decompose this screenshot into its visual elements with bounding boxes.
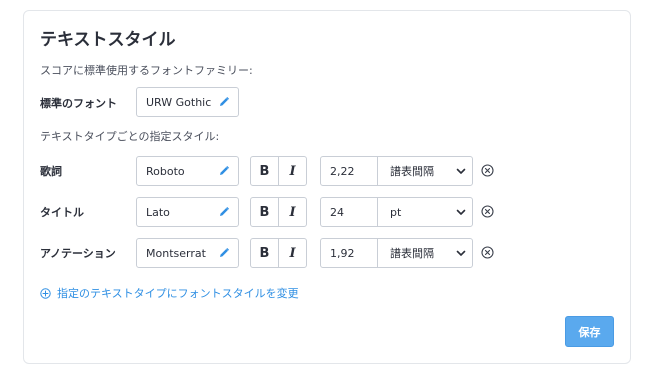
- title-unit-value: pt: [390, 205, 402, 219]
- chevron-down-icon: [456, 209, 466, 215]
- lyrics-spacing-input[interactable]: 2,22: [321, 157, 378, 185]
- chevron-down-icon: [456, 168, 466, 174]
- title-style-toggles: B I: [250, 197, 307, 227]
- italic-toggle[interactable]: I: [279, 198, 306, 226]
- lyrics-unit-select[interactable]: 譜表間隔: [378, 157, 472, 185]
- default-font-value: URW Gothic: [146, 95, 212, 109]
- circle-plus-icon: [40, 287, 51, 299]
- remove-lyrics-style-icon[interactable]: [481, 164, 494, 177]
- row-label-lyrics: 歌詞: [40, 165, 62, 178]
- italic-toggle[interactable]: I: [279, 157, 306, 185]
- row-label-annotation: アノテーション: [40, 247, 116, 260]
- title-font-value: Lato: [146, 205, 170, 219]
- annotation-spacing-input[interactable]: 1,92: [321, 239, 378, 267]
- annotation-unit-select[interactable]: 譜表間隔: [378, 239, 472, 267]
- title-size-control: 24 pt: [320, 197, 473, 227]
- default-font-label: 標準のフォント: [40, 97, 117, 110]
- bold-toggle[interactable]: B: [251, 157, 279, 185]
- pencil-icon[interactable]: [218, 247, 230, 259]
- pencil-icon[interactable]: [218, 206, 230, 218]
- default-font-input[interactable]: URW Gothic: [136, 87, 239, 117]
- title-size-input[interactable]: 24: [321, 198, 378, 226]
- page-title: テキストスタイル: [40, 30, 176, 50]
- annotation-font-input[interactable]: Montserrat: [136, 238, 239, 268]
- bold-toggle[interactable]: B: [251, 239, 279, 267]
- annotation-style-toggles: B I: [250, 238, 307, 268]
- annotation-font-value: Montserrat: [146, 246, 206, 260]
- lyrics-font-input[interactable]: Roboto: [136, 156, 239, 186]
- annotation-unit-value: 譜表間隔: [390, 247, 434, 260]
- lyrics-unit-value: 譜表間隔: [390, 165, 434, 178]
- score-fonts-label: スコアに標準使用するフォントファミリー:: [40, 64, 253, 77]
- remove-title-style-icon[interactable]: [481, 205, 494, 218]
- lyrics-style-toggles: B I: [250, 156, 307, 186]
- lyrics-spacing-control: 2,22 譜表間隔: [320, 156, 473, 186]
- add-text-type-style-label: 指定のテキストタイプにフォントスタイルを変更: [57, 287, 299, 300]
- per-type-styles-label: テキストタイプごとの指定スタイル:: [40, 130, 220, 143]
- title-unit-select[interactable]: pt: [378, 198, 472, 226]
- italic-toggle[interactable]: I: [279, 239, 306, 267]
- annotation-spacing-control: 1,92 譜表間隔: [320, 238, 473, 268]
- bold-toggle[interactable]: B: [251, 198, 279, 226]
- lyrics-font-value: Roboto: [146, 164, 185, 178]
- chevron-down-icon: [456, 250, 466, 256]
- pencil-icon[interactable]: [218, 165, 230, 177]
- pencil-icon[interactable]: [218, 96, 230, 108]
- save-button[interactable]: 保存: [565, 316, 614, 347]
- add-text-type-style-link[interactable]: 指定のテキストタイプにフォントスタイルを変更: [40, 285, 299, 301]
- remove-annotation-style-icon[interactable]: [481, 246, 494, 259]
- row-label-title: タイトル: [40, 206, 84, 219]
- title-font-input[interactable]: Lato: [136, 197, 239, 227]
